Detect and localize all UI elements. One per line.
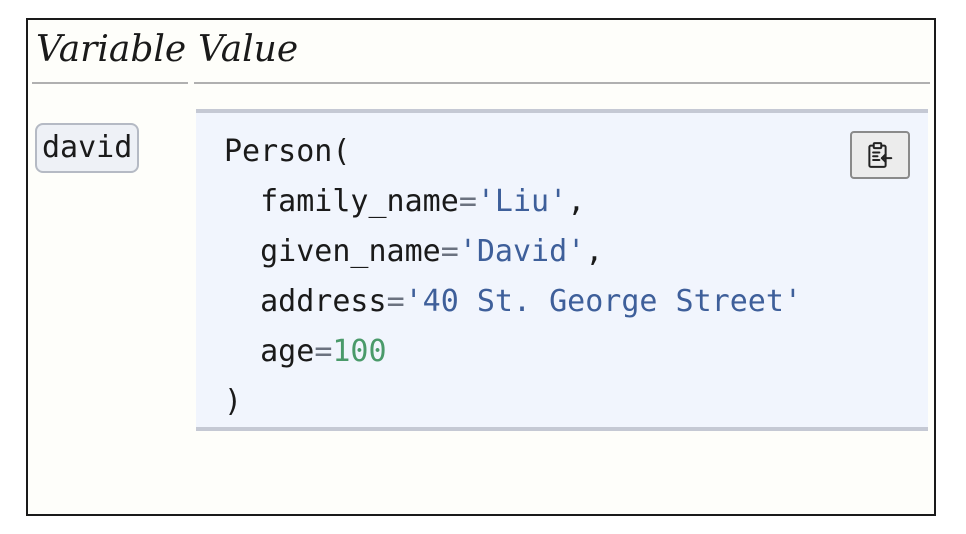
field-value: 'Liu' xyxy=(476,184,568,219)
header-underline-value xyxy=(194,82,930,84)
field-value: '40 St. George Street' xyxy=(404,284,802,319)
code-line-constructor: Person( xyxy=(224,127,802,177)
variable-name-badge[interactable]: david xyxy=(35,123,140,173)
field-value: 'David' xyxy=(458,234,586,269)
field-name: address xyxy=(260,284,387,319)
variable-table: Variable Value david Person( family_name… xyxy=(26,18,936,516)
column-header-variable: Variable xyxy=(36,29,187,70)
code-line-field: address='40 St. George Street' xyxy=(224,277,802,327)
equals-sign: = xyxy=(458,184,477,219)
closing-paren: ) xyxy=(224,384,243,419)
value-code: Person( family_name='Liu', given_name='D… xyxy=(224,127,802,427)
code-line-field: family_name='Liu', xyxy=(224,177,802,227)
class-name: Person( xyxy=(224,134,351,169)
equals-sign: = xyxy=(386,284,405,319)
field-name: family_name xyxy=(260,184,459,219)
equals-sign: = xyxy=(440,234,459,269)
field-name: age xyxy=(260,334,315,369)
field-name: given_name xyxy=(260,234,441,269)
field-separator: , xyxy=(585,234,604,269)
equals-sign: = xyxy=(314,334,333,369)
value-code-block: Person( family_name='Liu', given_name='D… xyxy=(196,109,928,431)
code-line-field: given_name='David', xyxy=(224,227,802,277)
header-underline-variable xyxy=(32,82,188,84)
field-value: 100 xyxy=(332,334,387,369)
field-separator: , xyxy=(567,184,586,219)
column-header-value: Value xyxy=(198,29,299,70)
clipboard-copy-icon xyxy=(865,140,895,170)
code-line-closing: ) xyxy=(224,377,802,427)
code-line-field: age=100 xyxy=(224,327,802,377)
copy-button[interactable] xyxy=(850,131,910,179)
